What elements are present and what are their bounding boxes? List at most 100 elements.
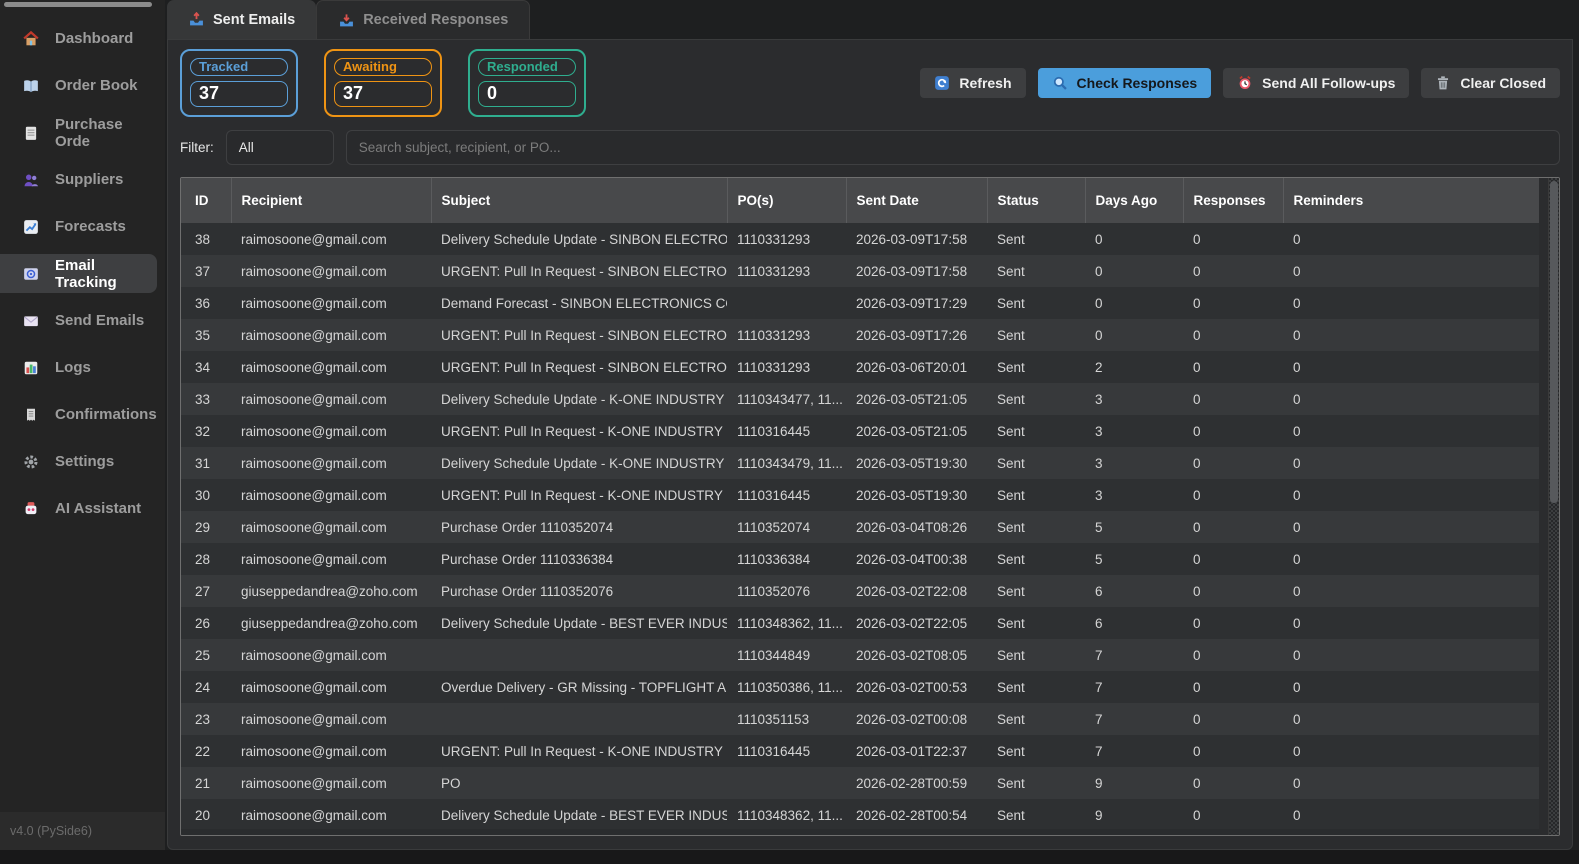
cell-recipient: raimosoone@gmail.com xyxy=(241,391,387,407)
table-row[interactable]: 34 raimosoone@gmail.com URGENT: Pull In Re… xyxy=(181,351,1539,383)
stat-card-awaiting: Awaiting 37 xyxy=(324,49,442,117)
table-row[interactable]: 21 raimosoone@gmail.com PO 2026-02-28T00:59… xyxy=(181,767,1539,799)
cell-id: 38 xyxy=(195,231,211,247)
cell-id: 28 xyxy=(195,551,211,567)
cell-recipient: raimosoone@gmail.com xyxy=(241,743,387,759)
cell-status: Sent xyxy=(997,327,1025,343)
tab-label: Received Responses xyxy=(363,12,509,28)
cell-responses: 0 xyxy=(1193,615,1201,631)
column-header-days-ago[interactable]: Days Ago xyxy=(1085,178,1184,223)
trash-icon xyxy=(1435,75,1451,91)
sidebar-item-suppliers[interactable]: Suppliers xyxy=(0,160,157,199)
button-label: Check Responses xyxy=(1076,75,1198,91)
cell-id: 22 xyxy=(195,743,211,759)
column-header-responses[interactable]: Responses xyxy=(1183,178,1284,223)
cell-sent_date: 2026-03-02T00:53 xyxy=(856,679,968,695)
table-row[interactable]: 37 raimosoone@gmail.com URGENT: Pull In Re… xyxy=(181,255,1539,287)
table-row[interactable]: 33 raimosoone@gmail.com Delivery Schedule … xyxy=(181,383,1539,415)
cell-status: Sent xyxy=(997,423,1025,439)
table-row[interactable]: 22 raimosoone@gmail.com URGENT: Pull In Re… xyxy=(181,735,1539,767)
email-table: ID Recipient Subject PO(s) Sent Date Status Da… xyxy=(180,177,1560,836)
table-row[interactable]: 20 raimosoone@gmail.com Delivery Schedule … xyxy=(181,799,1539,831)
table-row[interactable]: 24 raimosoone@gmail.com Overdue Delivery -… xyxy=(181,671,1539,703)
cell-id: 29 xyxy=(195,519,211,535)
cell-id: 21 xyxy=(195,775,211,791)
sidebar-item-dashboard[interactable]: Dashboard xyxy=(0,19,157,58)
cell-sent_date: 2026-03-01T22:37 xyxy=(856,743,968,759)
cell-status: Sent xyxy=(997,743,1025,759)
sidebar-item-confirmations[interactable]: Confirmations xyxy=(0,395,157,434)
column-header-subject[interactable]: Subject xyxy=(431,178,728,223)
cell-pos: 1110343479, 11... xyxy=(737,455,843,471)
cell-status: Sent xyxy=(997,487,1025,503)
table-row[interactable]: 26 giuseppedandrea@zoho.com Delivery Sched… xyxy=(181,607,1539,639)
cell-reminders: 0 xyxy=(1293,551,1301,567)
filter-dropdown[interactable]: All xyxy=(225,130,334,165)
cell-recipient: raimosoone@gmail.com xyxy=(241,519,387,535)
sidebar-item-label: Order Book xyxy=(55,77,138,94)
cell-pos: 1110331293 xyxy=(737,327,811,343)
cell-pos: 1110331293 xyxy=(737,359,811,375)
scrollbar-thumb[interactable] xyxy=(1550,181,1558,503)
table-row[interactable]: 35 raimosoone@gmail.com URGENT: Pull In Re… xyxy=(181,319,1539,351)
sidebar-item-logs[interactable]: Logs xyxy=(0,348,157,387)
cell-responses: 0 xyxy=(1193,487,1201,503)
table-row[interactable]: 38 raimosoone@gmail.com Delivery Schedule … xyxy=(181,223,1539,255)
cell-sent_date: 2026-03-05T19:30 xyxy=(856,487,968,503)
sidebar-item-label: Purchase Orde xyxy=(55,115,123,150)
cell-id: 27 xyxy=(195,583,211,599)
bar-chart-icon xyxy=(23,360,39,376)
cell-days_ago: 7 xyxy=(1095,711,1103,727)
cell-sent_date: 2026-02-28T00:54 xyxy=(856,807,968,823)
people-icon xyxy=(23,172,39,188)
cell-days_ago: 0 xyxy=(1095,295,1103,311)
cell-id: 32 xyxy=(195,423,211,439)
cell-reminders: 0 xyxy=(1293,391,1301,407)
cell-responses: 0 xyxy=(1193,711,1201,727)
cell-pos: 1110352074 xyxy=(737,519,811,535)
tab-sent-emails[interactable]: Sent Emails xyxy=(167,0,317,39)
table-row[interactable]: 36 raimosoone@gmail.com Demand Forecast - … xyxy=(181,287,1539,319)
tab-received-responses[interactable]: Received Responses xyxy=(316,0,531,39)
table-row[interactable]: 25 raimosoone@gmail.com 1110344849 2026-03-… xyxy=(181,639,1539,671)
table-row[interactable]: 28 raimosoone@gmail.com Purchase Order 111… xyxy=(181,543,1539,575)
cell-days_ago: 3 xyxy=(1095,455,1103,471)
sidebar-item-ai-assistant[interactable]: AI Assistant xyxy=(0,489,157,528)
table-row[interactable]: 27 giuseppedandrea@zoho.com Purchase Order… xyxy=(181,575,1539,607)
column-header-status[interactable]: Status xyxy=(987,178,1086,223)
clear-closed-button[interactable]: Clear Closed xyxy=(1421,68,1560,98)
cell-reminders: 0 xyxy=(1293,263,1301,279)
cell-responses: 0 xyxy=(1193,807,1201,823)
column-header-id[interactable]: ID xyxy=(181,178,232,223)
column-header-recipient[interactable]: Recipient xyxy=(231,178,432,223)
cell-pos: 1110343477, 11... xyxy=(737,391,843,407)
sidebar-item-purchase-orders[interactable]: Purchase Orde xyxy=(0,113,157,152)
sidebar-item-email-tracking[interactable]: Email Tracking xyxy=(0,254,157,293)
cell-pos: 1110351153 xyxy=(737,711,810,727)
column-header-pos[interactable]: PO(s) xyxy=(727,178,847,223)
check-responses-button[interactable]: Check Responses xyxy=(1037,68,1212,98)
table-row[interactable]: 29 raimosoone@gmail.com Purchase Order 111… xyxy=(181,511,1539,543)
column-header-sent-date[interactable]: Sent Date xyxy=(846,178,988,223)
refresh-button[interactable]: Refresh xyxy=(920,68,1026,98)
cell-reminders: 0 xyxy=(1293,455,1301,471)
send-all-follow-ups-button[interactable]: Send All Follow-ups xyxy=(1223,68,1410,98)
table-row[interactable]: 30 raimosoone@gmail.com URGENT: Pull In Re… xyxy=(181,479,1539,511)
vertical-scrollbar[interactable] xyxy=(1548,178,1559,835)
table-row[interactable]: 23 raimosoone@gmail.com 1110351153 2026-03-… xyxy=(181,703,1539,735)
sidebar-item-settings[interactable]: Settings xyxy=(0,442,157,481)
sidebar-item-order-book[interactable]: Order Book xyxy=(0,66,157,105)
cell-responses: 0 xyxy=(1193,295,1201,311)
cell-days_ago: 7 xyxy=(1095,647,1103,663)
cell-recipient: raimosoone@gmail.com xyxy=(241,647,387,663)
table-row[interactable]: 31 raimosoone@gmail.com Delivery Schedule … xyxy=(181,447,1539,479)
cell-sent_date: 2026-03-05T21:05 xyxy=(856,423,968,439)
cell-subject: Overdue Delivery - GR Missing - TOPFLIGH… xyxy=(441,679,727,695)
sidebar-item-send-emails[interactable]: Send Emails xyxy=(0,301,157,340)
cell-responses: 0 xyxy=(1193,583,1201,599)
cell-days_ago: 0 xyxy=(1095,263,1103,279)
sidebar-item-forecasts[interactable]: Forecasts xyxy=(0,207,157,246)
search-input[interactable] xyxy=(345,130,1560,165)
table-row[interactable]: 32 raimosoone@gmail.com URGENT: Pull In Re… xyxy=(181,415,1539,447)
column-header-reminders[interactable]: Reminders xyxy=(1283,178,1539,223)
